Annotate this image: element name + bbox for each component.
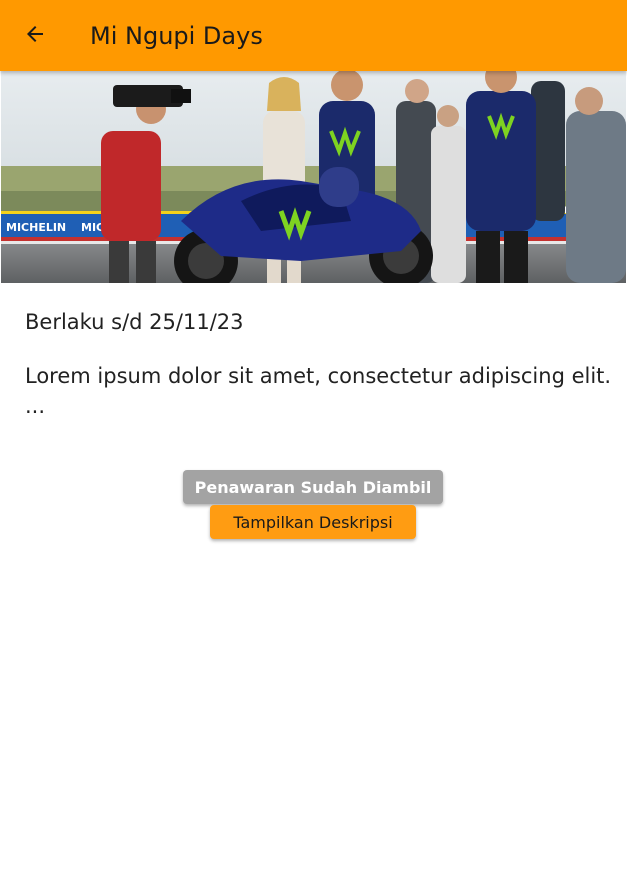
app-bar: Mi Ngupi Days	[0, 0, 627, 71]
app-screen: Mi Ngupi Days MICHELIN MICHELIN Berlaku …	[0, 0, 627, 884]
offer-banner-image: MICHELIN MICHELIN MICHELIN	[1, 71, 626, 283]
offer-taken-button[interactable]: Penawaran Sudah Diambil	[183, 470, 443, 504]
page-title: Mi Ngupi Days	[90, 22, 263, 50]
offer-description: Lorem ipsum dolor sit amet, consectetur …	[25, 361, 615, 421]
show-description-button[interactable]: Tampilkan Deskripsi	[210, 505, 416, 539]
ad-text-1: MICHELIN	[6, 221, 66, 234]
offer-description-text: Lorem ipsum dolor sit amet, consectetur …	[25, 364, 612, 388]
back-button[interactable]	[14, 15, 56, 57]
offer-validity: Berlaku s/d 25/11/23	[25, 310, 244, 334]
offer-description-ellipsis: ...	[25, 394, 46, 418]
arrow-left-icon	[23, 22, 47, 50]
